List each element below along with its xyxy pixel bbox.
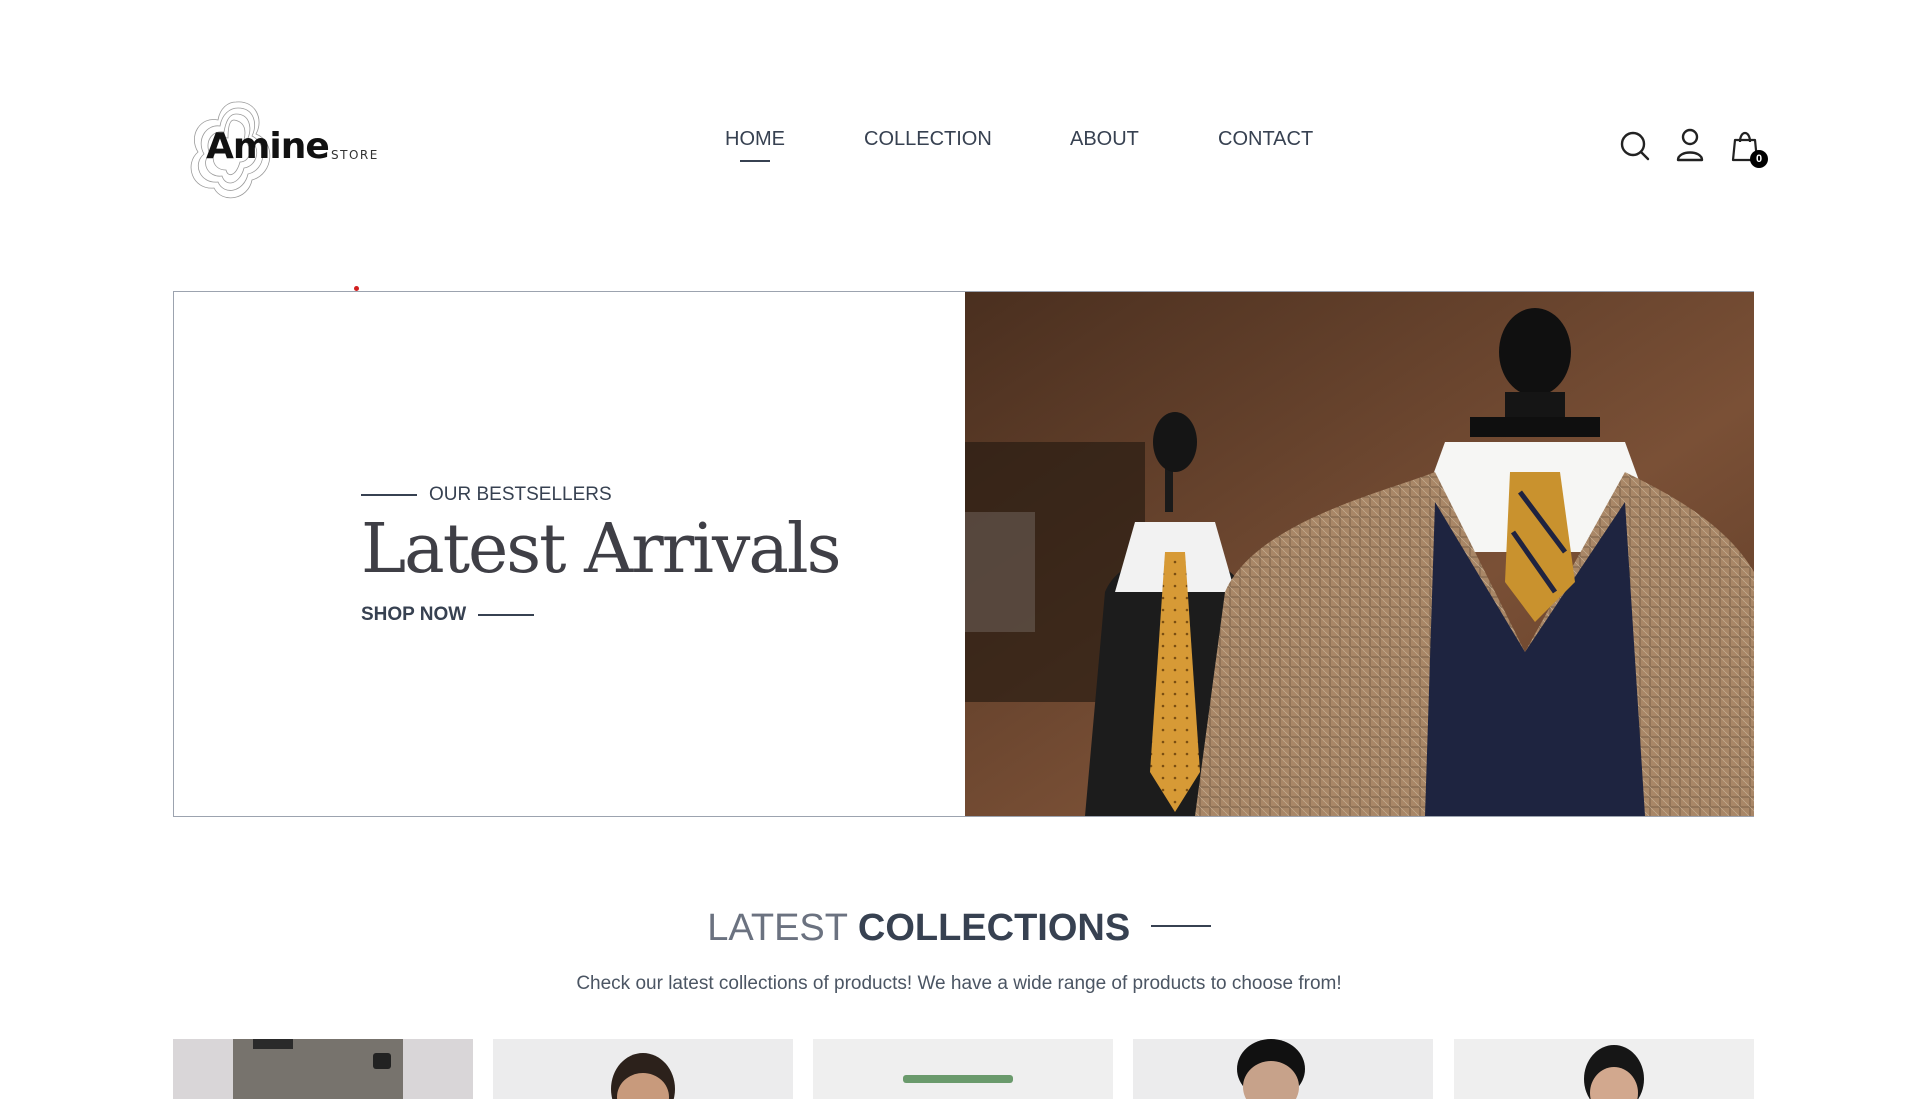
search-button[interactable] (1618, 128, 1652, 162)
product-card[interactable] (813, 1039, 1113, 1099)
collections-subtitle: Check our latest collections of products… (576, 973, 1342, 994)
product-image (903, 1075, 1013, 1083)
nav-home[interactable]: HOME (725, 128, 785, 151)
hero-title: Latest Arrivals (361, 510, 842, 589)
product-image (1237, 1039, 1305, 1099)
mannequins-photo (965, 292, 1754, 816)
search-icon (1620, 131, 1650, 161)
hero-eyebrow: OUR BESTSELLERS (361, 484, 612, 506)
store-logo[interactable]: Amine STORE (186, 96, 386, 208)
collections-heading-line (1150, 924, 1211, 927)
shop-now-link[interactable]: SHOP NOW (361, 604, 535, 626)
logo-wordmark: Amine (206, 126, 330, 167)
user-icon (1676, 128, 1704, 162)
nav-contact[interactable]: CONTACT (1218, 128, 1313, 151)
eyebrow-line (361, 494, 417, 496)
logo-suffix: STORE (331, 148, 379, 162)
shop-now-line (478, 614, 535, 616)
collections-heading-light: LATEST (707, 907, 848, 949)
collections-heading-bold: COLLECTIONS (857, 907, 1131, 949)
nav-collection[interactable]: COLLECTION (864, 128, 992, 151)
product-image (233, 1039, 403, 1099)
cart-button[interactable]: 0 (1728, 128, 1768, 168)
product-card[interactable] (1454, 1039, 1754, 1099)
main-nav: HOME COLLECTION ABOUT CONTACT (700, 128, 1360, 168)
product-card[interactable] (1133, 1039, 1433, 1099)
cart-count-badge: 0 (1750, 150, 1768, 168)
account-button[interactable] (1673, 128, 1707, 162)
product-image (1584, 1045, 1644, 1099)
product-grid (173, 1039, 1754, 1099)
product-card[interactable] (493, 1039, 793, 1099)
hero-text-panel: OUR BESTSELLERS Latest Arrivals SHOP NOW (174, 292, 965, 816)
nav-about[interactable]: ABOUT (1070, 128, 1139, 151)
shop-now-label: SHOP NOW (361, 604, 467, 625)
product-image (611, 1053, 675, 1099)
collections-heading: LATEST COLLECTIONS (0, 907, 1918, 950)
hero-eyebrow-text: OUR BESTSELLERS (429, 484, 612, 505)
hero-image (965, 292, 1754, 816)
product-card[interactable] (173, 1039, 473, 1099)
hero-banner: OUR BESTSELLERS Latest Arrivals SHOP NOW (173, 291, 1754, 817)
